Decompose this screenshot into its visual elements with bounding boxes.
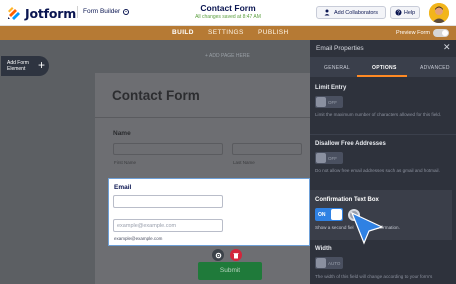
add-page-link[interactable]: + ADD PAGE HERE: [205, 53, 250, 59]
width-toggle[interactable]: AUTO: [315, 257, 343, 269]
help-button[interactable]: ? Help: [390, 6, 420, 19]
toggle-label: OFF: [328, 99, 337, 105]
email-input[interactable]: [113, 195, 223, 208]
trash-icon: [233, 252, 239, 258]
field-properties-button[interactable]: [212, 249, 224, 261]
tab-settings[interactable]: SETTINGS: [208, 29, 244, 36]
tab-advanced[interactable]: ADVANCED: [420, 65, 450, 71]
svg-text:?: ?: [397, 10, 400, 16]
confirmation-toggle[interactable]: ON: [315, 208, 343, 221]
toggle-knob: [316, 97, 326, 107]
email-field-label: Email: [114, 184, 132, 191]
form-title-block: Contact Form All changes saved at 8:47 A…: [0, 3, 456, 20]
preview-form-label: Preview Form: [396, 30, 430, 36]
active-tab-indicator: [357, 75, 407, 77]
toggle-label: AUTO: [328, 260, 341, 266]
tab-options[interactable]: OPTIONS: [372, 65, 397, 71]
limit-entry-toggle[interactable]: OFF: [315, 96, 343, 108]
last-name-input[interactable]: [232, 143, 302, 155]
confirm-email-input[interactable]: example@example.com: [113, 219, 223, 232]
tab-build[interactable]: BUILD: [172, 29, 194, 36]
name-field-label: Name: [113, 130, 131, 137]
toggle-knob: [316, 153, 326, 163]
user-plus-icon: [324, 9, 330, 16]
width-title: Width: [315, 246, 332, 252]
preview-form-toggle[interactable]: Preview Form: [396, 29, 449, 37]
form-divider: [95, 117, 310, 118]
section-divider: [310, 134, 456, 135]
preview-switch[interactable]: [432, 29, 449, 37]
form-heading[interactable]: Contact Form: [112, 88, 200, 103]
disallow-free-toggle[interactable]: OFF: [315, 152, 343, 164]
avatar-icon: [429, 3, 449, 23]
toggle-label: OFF: [328, 155, 337, 161]
top-bar: Jotform Form Builder Contact Form All ch…: [0, 0, 456, 26]
confirmation-title: Confirmation Text Box: [315, 197, 379, 203]
confirmation-description-start: Show a second fiel: [315, 225, 354, 230]
first-name-sublabel: First Name: [114, 160, 137, 165]
tab-publish[interactable]: PUBLISH: [258, 29, 289, 36]
toggle-knob: [331, 209, 342, 220]
tab-general[interactable]: GENERAL: [324, 65, 350, 71]
toggle-knob: [316, 258, 326, 268]
add-form-element-label: Add Form Element: [7, 60, 29, 72]
form-title[interactable]: Contact Form: [0, 3, 456, 13]
limit-entry-description: Limit the maximum number of characters a…: [315, 112, 442, 117]
width-description: The width of this field will change acco…: [315, 274, 433, 279]
limit-entry-title: Limit Entry: [315, 85, 347, 91]
toggle-label: ON: [318, 211, 326, 218]
submit-button[interactable]: Submit: [198, 262, 262, 280]
gear-icon: [215, 252, 221, 258]
disallow-free-title: Disallow Free Addresses: [315, 141, 386, 147]
add-form-element-button[interactable]: Add Form Element +: [1, 56, 49, 76]
first-name-input[interactable]: [113, 143, 223, 155]
delete-field-button[interactable]: [230, 249, 242, 261]
email-sublabel: example@example.com: [114, 236, 163, 241]
builder-nav: BUILD SETTINGS PUBLISH Preview Form: [0, 26, 456, 40]
help-label: Help: [403, 9, 416, 16]
cursor-arrow-icon: [350, 211, 384, 245]
avatar[interactable]: [429, 3, 449, 23]
add-collaborators-button[interactable]: Add Collaborators: [316, 6, 386, 19]
save-status: All changes saved at 8:47 AM: [195, 14, 261, 20]
panel-title: Email Properties: [316, 45, 364, 52]
last-name-sublabel: Last Name: [233, 160, 255, 165]
plus-icon: +: [37, 58, 45, 72]
close-icon[interactable]: ✕: [443, 42, 451, 53]
add-collaborators-label: Add Collaborators: [333, 9, 379, 16]
help-icon: ?: [395, 9, 402, 16]
disallow-free-description: Do not allow free email addresses such a…: [315, 168, 440, 173]
